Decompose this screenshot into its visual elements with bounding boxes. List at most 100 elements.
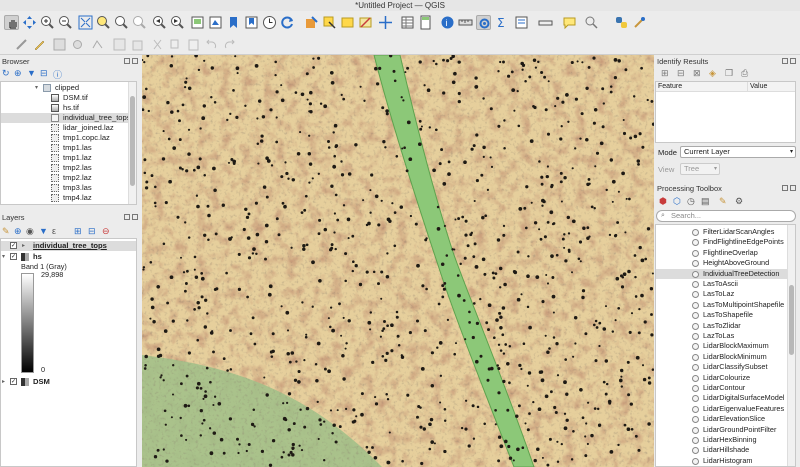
scroll-thumb[interactable]	[789, 285, 794, 355]
identify-icon[interactable]: i	[440, 15, 455, 30]
processing-search-input[interactable]: ⌕ Search...	[656, 210, 796, 222]
filter-icon[interactable]: ▼	[27, 68, 36, 78]
temporal-controller-icon[interactable]	[262, 15, 277, 30]
vertex-tool-icon[interactable]	[90, 37, 105, 52]
deselect-all-icon[interactable]	[358, 15, 373, 30]
chevron-right-icon[interactable]: ▸	[2, 377, 5, 387]
algorithm-item[interactable]: LasToLaz	[656, 289, 789, 299]
algorithm-item[interactable]: LidarColourize	[656, 373, 789, 383]
field-calculator-icon[interactable]	[418, 15, 433, 30]
scroll-thumb[interactable]	[130, 96, 135, 186]
view-select[interactable]: Tree ▾	[680, 163, 720, 175]
algorithm-item[interactable]: LidarHistogram	[656, 456, 789, 466]
search-locator-icon[interactable]	[584, 15, 599, 30]
zoom-last-icon[interactable]	[152, 15, 167, 30]
chevron-down-icon[interactable]: ▾	[35, 83, 38, 93]
zoom-layer-icon[interactable]	[114, 15, 129, 30]
browser-item-tmp2-las[interactable]: tmp2.las	[1, 163, 136, 173]
current-edits-icon[interactable]	[14, 37, 29, 52]
float-panel-icon[interactable]	[124, 214, 130, 220]
close-panel-icon[interactable]	[790, 58, 796, 64]
close-panel-icon[interactable]	[790, 185, 796, 191]
open-attribute-table-icon[interactable]	[400, 15, 415, 30]
algorithm-item[interactable]: LazToLas	[656, 331, 789, 341]
algorithm-item[interactable]: LidarBlockMaximum	[656, 341, 789, 351]
close-panel-icon[interactable]	[132, 58, 138, 64]
algorithm-item[interactable]: LasToZlidar	[656, 321, 789, 331]
results-viewer-icon[interactable]: ▤	[701, 196, 710, 207]
filter-by-expression-icon[interactable]: ε	[52, 226, 56, 236]
save-edits-icon[interactable]	[52, 37, 67, 52]
algorithm-item[interactable]: LasToAscii	[656, 279, 789, 289]
redo-icon[interactable]	[222, 37, 237, 52]
cut-icon[interactable]	[150, 37, 165, 52]
algorithm-item[interactable]: LidarContour	[656, 383, 789, 393]
edit-features-in-place-icon[interactable]: ✎	[719, 196, 727, 207]
browser-item-tmp2-laz[interactable]: tmp2.laz	[1, 173, 136, 183]
close-panel-icon[interactable]	[132, 214, 138, 220]
statistics-sum-icon[interactable]: Σ	[494, 15, 509, 30]
layer-visibility-checkbox[interactable]: ✓	[10, 242, 17, 249]
zoom-full-icon[interactable]	[78, 15, 93, 30]
measure-icon[interactable]	[458, 15, 473, 30]
copy-feature-icon[interactable]: ❐	[725, 68, 733, 79]
algorithm-item[interactable]: LidarBlockMinimum	[656, 352, 789, 362]
browser-item-dsm[interactable]: DSM.tif	[1, 93, 136, 103]
move-feature-icon[interactable]	[378, 15, 393, 30]
browser-item-tmp1-laz[interactable]: tmp1.laz	[1, 153, 136, 163]
select-by-value-icon[interactable]	[340, 15, 355, 30]
chevron-right-icon[interactable]: ▸	[22, 241, 25, 251]
algorithm-item[interactable]: LasToMultipointShapefile	[656, 300, 789, 310]
layer-row-dsm[interactable]: ▸ ✓ DSM	[1, 377, 136, 387]
layer-row-hs[interactable]: ▾ ✓ hs	[1, 252, 136, 262]
zoom-in-icon[interactable]	[40, 15, 55, 30]
expand-tree-icon[interactable]: ⊞	[661, 68, 669, 79]
toggle-editing-pencil-icon[interactable]	[32, 37, 47, 52]
pan-to-selection-icon[interactable]	[22, 15, 37, 30]
collapse-all-icon[interactable]: ⊟	[88, 226, 96, 237]
print-icon[interactable]: ⎙	[741, 68, 748, 79]
algorithm-item[interactable]: LidarElevationSlice	[656, 414, 789, 424]
bookmark-icon[interactable]	[226, 15, 241, 30]
copy-icon[interactable]	[168, 37, 183, 52]
browser-item-tmp1-las[interactable]: tmp1.las	[1, 143, 136, 153]
browser-item-hs[interactable]: hs.tif	[1, 103, 136, 113]
identify-features-icon[interactable]	[304, 15, 319, 30]
pan-map-icon[interactable]	[4, 15, 19, 30]
options-wrench-icon[interactable]: ⚙	[735, 196, 743, 207]
python-console-icon[interactable]	[614, 15, 629, 30]
algorithm-item[interactable]: LidarDigitalSurfaceModel	[656, 393, 789, 403]
plugin-tool-icon[interactable]	[632, 15, 647, 30]
algorithm-item[interactable]: FilterLidarScanAngles	[656, 227, 789, 237]
collapse-all-icon[interactable]: ⊟	[40, 68, 48, 79]
refresh-icon[interactable]: ↻	[2, 68, 10, 79]
browser-item-tmp3-las[interactable]: tmp3.las	[1, 183, 136, 193]
float-panel-icon[interactable]	[124, 58, 130, 64]
new-map-view-icon[interactable]	[190, 15, 205, 30]
style-brush-icon[interactable]: ✎	[2, 226, 10, 237]
measure-line-icon[interactable]	[538, 15, 553, 30]
chevron-down-icon[interactable]: ▾	[2, 252, 5, 262]
expand-all-icon[interactable]: ⊞	[74, 226, 82, 237]
zoom-out-icon[interactable]	[58, 15, 73, 30]
algorithm-item[interactable]: HeightAboveGround	[656, 258, 789, 268]
add-feature-icon[interactable]	[70, 37, 85, 52]
add-layer-icon[interactable]: ⊕	[14, 68, 22, 79]
algorithm-item[interactable]: LidarClassifySubset	[656, 362, 789, 372]
history-clock-icon[interactable]: ◷	[687, 196, 695, 207]
new-3d-view-icon[interactable]	[208, 15, 223, 30]
select-features-icon[interactable]	[322, 15, 337, 30]
zoom-native-icon[interactable]	[132, 15, 147, 30]
zoom-next-icon[interactable]	[170, 15, 185, 30]
delete-selected-icon[interactable]	[130, 37, 145, 52]
algorithm-item[interactable]: LidarGroundPointFilter	[656, 425, 789, 435]
scripts-icon[interactable]: ⬡	[673, 196, 681, 207]
undo-icon[interactable]	[204, 37, 219, 52]
browser-item-tmp4-laz[interactable]: tmp4.laz	[1, 193, 136, 203]
algorithm-item[interactable]: FindFlightlineEdgePoints	[656, 237, 789, 247]
layer-row-tree-tops[interactable]: ✓ ▸ individual_tree_tops	[1, 241, 136, 251]
browser-item-tmp1-copc[interactable]: tmp1.copc.laz	[1, 133, 136, 143]
clear-results-icon[interactable]: ⊠	[693, 68, 701, 79]
browser-scrollbar[interactable]	[128, 82, 136, 204]
paste-icon[interactable]	[186, 37, 201, 52]
